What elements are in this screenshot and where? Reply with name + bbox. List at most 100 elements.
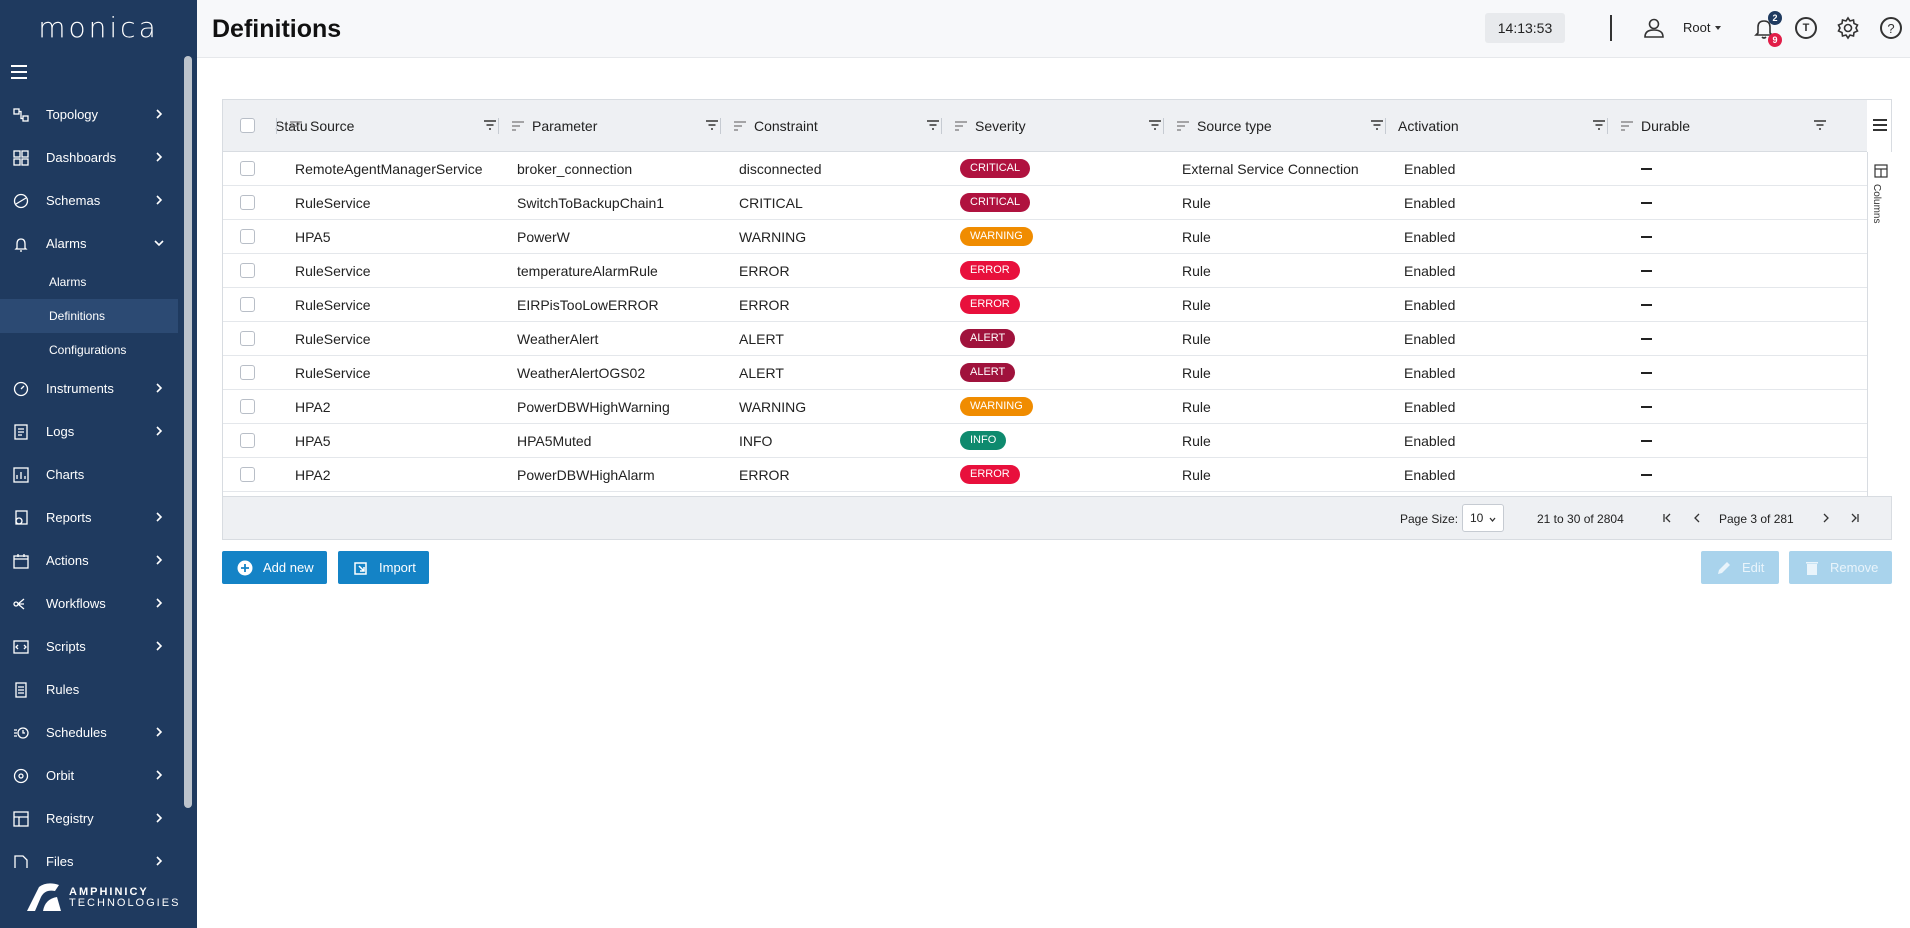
select-all-checkbox[interactable]	[240, 118, 255, 133]
sidebar-item-instruments[interactable]: Instruments	[0, 367, 180, 410]
last-page-icon[interactable]	[1847, 510, 1863, 526]
column-header-parameter[interactable]: Parameter	[511, 100, 733, 151]
sort-icon[interactable]	[733, 120, 747, 131]
row-checkbox[interactable]	[240, 365, 255, 380]
row-checkbox[interactable]	[240, 229, 255, 244]
row-checkbox[interactable]	[240, 161, 255, 176]
row-checkbox-cell[interactable]	[240, 424, 255, 457]
row-checkbox-cell[interactable]	[240, 356, 255, 389]
table-row[interactable]: HPA2 PowerDBWHighWarning WARNING WARNING Rul…	[223, 390, 1867, 424]
filter-icon[interactable]	[705, 119, 719, 131]
sidebar-item-topology[interactable]: Topology	[0, 93, 180, 136]
sidebar-item-scripts[interactable]: Scripts	[0, 625, 180, 668]
columns-side-panel[interactable]: Columns	[1867, 152, 1892, 496]
previous-page-icon[interactable]	[1689, 510, 1705, 526]
help-icon[interactable]: ?	[1880, 17, 1902, 39]
grid-menu-icon[interactable]	[1873, 119, 1887, 131]
sidebar-item-schedules[interactable]: Schedules	[0, 711, 180, 754]
sidebar-item-actions[interactable]: Actions	[0, 539, 180, 582]
column-resize-handle[interactable]	[1385, 118, 1386, 134]
row-checkbox-cell[interactable]	[240, 152, 255, 185]
theme-toggle-icon[interactable]: T	[1795, 17, 1817, 39]
app-logo[interactable]: monica	[0, 0, 197, 54]
columns-icon[interactable]	[1874, 164, 1888, 178]
sort-icon[interactable]	[954, 120, 968, 131]
next-page-icon[interactable]	[1818, 510, 1834, 526]
user-menu[interactable]: Root	[1683, 20, 1710, 35]
row-checkbox-cell[interactable]	[240, 220, 255, 253]
column-resize-handle[interactable]	[498, 118, 499, 134]
row-checkbox-cell[interactable]	[240, 458, 255, 491]
table-row[interactable]: RuleService temperatureAlarmRule ERROR ERRO…	[223, 254, 1867, 288]
import-button[interactable]: Import	[338, 551, 429, 584]
row-checkbox[interactable]	[240, 263, 255, 278]
page-size-select[interactable]: 10	[1462, 504, 1504, 532]
column-resize-handle[interactable]	[720, 118, 721, 134]
sidebar-subitem-alarms[interactable]: Alarms	[0, 265, 180, 299]
sidebar-item-reports[interactable]: Reports	[0, 496, 180, 539]
filter-icon[interactable]	[1813, 119, 1827, 131]
column-resize-handle[interactable]	[276, 118, 277, 134]
sidebar-item-dashboards[interactable]: Dashboards	[0, 136, 180, 179]
sidebar-item-registry[interactable]: Registry	[0, 797, 180, 840]
sort-icon[interactable]	[1620, 120, 1634, 131]
filter-icon[interactable]	[1592, 119, 1606, 131]
filter-icon[interactable]	[926, 119, 940, 131]
menu-toggle-icon[interactable]	[11, 65, 27, 79]
sort-icon[interactable]	[1176, 120, 1190, 131]
row-checkbox[interactable]	[240, 297, 255, 312]
row-checkbox-cell[interactable]	[240, 322, 255, 355]
filter-icon[interactable]	[1370, 119, 1384, 131]
sidebar-item-label: Logs	[46, 424, 75, 439]
column-header-constraint[interactable]: Constraint	[733, 100, 954, 151]
row-checkbox-cell[interactable]	[240, 288, 255, 321]
table-row[interactable]: HPA5 PowerW WARNING WARNING Rule Enabled	[223, 220, 1867, 254]
table-row[interactable]: RuleService EIRPisTooLowERROR ERROR ERROR Ru…	[223, 288, 1867, 322]
column-resize-handle[interactable]	[941, 118, 942, 134]
remove-button[interactable]: Remove	[1789, 551, 1892, 584]
column-resize-handle[interactable]	[1163, 118, 1164, 134]
sidebar-item-alarms[interactable]: Alarms	[0, 222, 180, 265]
row-checkbox-cell[interactable]	[240, 186, 255, 219]
edit-button[interactable]: Edit	[1701, 551, 1779, 584]
column-header-activation[interactable]: Activation	[1398, 100, 1620, 151]
column-header-durable[interactable]: Durable	[1620, 100, 1841, 151]
sidebar-scrollbar[interactable]	[184, 56, 192, 808]
sidebar-subitem-definitions[interactable]: Definitions	[0, 299, 178, 333]
sidebar-subitem-configurations[interactable]: Configurations	[0, 333, 180, 367]
table-row[interactable]: RuleService WeatherAlert ALERT ALERT Rule Ena…	[223, 322, 1867, 356]
settings-gear-icon[interactable]	[1836, 16, 1860, 40]
filter-icon[interactable]	[483, 119, 497, 131]
row-checkbox[interactable]	[240, 467, 255, 482]
sidebar-item-workflows[interactable]: Workflows	[0, 582, 180, 625]
table-row[interactable]: RuleService SwitchToBackupChain1 CRITICAL C…	[223, 186, 1867, 220]
sort-icon[interactable]	[289, 120, 303, 131]
add-new-button[interactable]: Add new	[222, 551, 327, 584]
table-row[interactable]: HPA2 PowerDBWHighAlarm ERROR ERROR Rule Enabl…	[223, 458, 1867, 492]
select-all-checkbox-cell[interactable]	[240, 100, 255, 151]
user-icon[interactable]	[1642, 16, 1666, 40]
column-resize-handle[interactable]	[1607, 118, 1608, 134]
row-checkbox[interactable]	[240, 433, 255, 448]
row-checkbox[interactable]	[240, 195, 255, 210]
sidebar-item-rules[interactable]: Rules	[0, 668, 180, 711]
column-header-source[interactable]: Source	[289, 100, 511, 151]
first-page-icon[interactable]	[1659, 510, 1675, 526]
sidebar-item-logs[interactable]: Logs	[0, 410, 180, 453]
column-header-severity[interactable]: Severity	[954, 100, 1176, 151]
caret-down-icon[interactable]	[1715, 26, 1721, 30]
table-row[interactable]: RuleService WeatherAlertOGS02 ALERT ALERT Ru…	[223, 356, 1867, 390]
sort-icon[interactable]	[511, 120, 525, 131]
filter-icon[interactable]	[1148, 119, 1162, 131]
sidebar-item-schemas[interactable]: Schemas	[0, 179, 180, 222]
sidebar-item-orbit[interactable]: Orbit	[0, 754, 180, 797]
row-checkbox-cell[interactable]	[240, 254, 255, 287]
columns-panel-label[interactable]: Columns	[1871, 184, 1882, 223]
row-checkbox[interactable]	[240, 331, 255, 346]
column-header-source-type[interactable]: Source type	[1176, 100, 1398, 151]
table-row[interactable]: RemoteAgentManagerService broker_connecti…	[223, 152, 1867, 186]
row-checkbox[interactable]	[240, 399, 255, 414]
table-row[interactable]: HPA5 HPA5Muted INFO INFO Rule Enabled	[223, 424, 1867, 458]
sidebar-item-charts[interactable]: Charts	[0, 453, 180, 496]
row-checkbox-cell[interactable]	[240, 390, 255, 423]
